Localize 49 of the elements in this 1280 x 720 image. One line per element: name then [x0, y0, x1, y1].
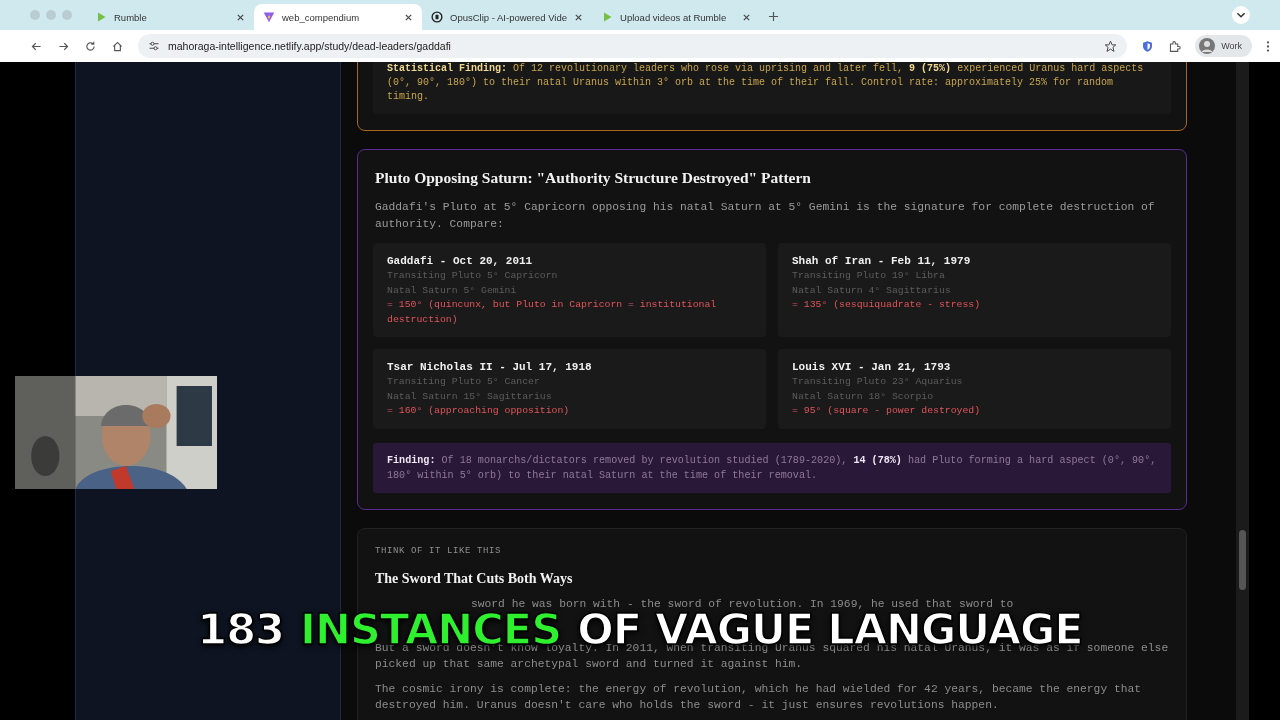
puzzle-icon[interactable] [1168, 39, 1182, 53]
scrollbar-thumb[interactable] [1239, 530, 1246, 590]
comparison-title: Louis XVI - Jan 21, 1793 [792, 360, 952, 375]
profile-button[interactable]: Work [1195, 35, 1252, 57]
close-icon[interactable] [574, 12, 584, 22]
natal-line: Natal Saturn 18° Scorpio [792, 389, 935, 404]
browser-tab[interactable]: OpusClip - AI-powered Vide [422, 4, 593, 30]
browser-tab[interactable]: Rumble [86, 4, 254, 30]
site-settings-icon[interactable] [148, 40, 160, 52]
aspect-result: = 150° (quincunx, but Pluto in Capricorn = institutional destruction) [387, 298, 718, 327]
avatar-icon [1199, 38, 1216, 54]
menu-icon[interactable] [1266, 39, 1270, 53]
transit-line: Transiting Pluto 23° Aquarius [792, 375, 964, 389]
finding-note: Finding: Of 18 monarchs/dictators removed by revolution studied (1789-2020), 14 (78%) had Pluto forming a hard aspect (0°, 90°, 180° within 5° orb) to their natal Saturn at the time of their removal. [373, 443, 1171, 493]
home-icon[interactable] [111, 39, 124, 53]
browser-tab[interactable]: web_compendium [254, 4, 422, 30]
play-icon [95, 11, 107, 23]
shield-icon[interactable] [1141, 39, 1155, 53]
new-tab-icon[interactable] [768, 11, 780, 22]
transit-line: Transiting Pluto 5° Capricorn [387, 269, 559, 283]
transit-line: Transiting Pluto 19° Libra [792, 269, 946, 283]
body-paragraph: The cosmic irony is complete: the energy of revolution, which he had wielded for 42 years, became the energy that destroyed him. Uranus doesn't care who holds the sword - it just ensures revolutions happen. [375, 682, 1143, 713]
chevron-down-icon[interactable] [1232, 6, 1250, 24]
natal-line: Natal Saturn 4° Sagittarius [792, 283, 952, 298]
aspect-result: = 160° (approaching opposition) [387, 404, 571, 418]
card-title: The Sword That Cuts Both Ways [375, 570, 574, 588]
lightning-icon [263, 11, 275, 23]
aspect-result: = 95° (square - power destroyed) [792, 404, 982, 418]
close-icon[interactable] [236, 12, 245, 22]
intro-paragraph: Gaddafi's Pluto at 5° Capricorn opposing his natal Saturn at 5° Gemini is the signature for complete destruction of authority. Compare: [375, 200, 1156, 232]
close-icon[interactable] [742, 12, 752, 22]
browser-tab[interactable]: Upload videos at Rumble [592, 4, 761, 30]
body-paragraph: sword he was born with - the sword of revolution. In 1969, he used that sword to [470, 597, 1015, 612]
comparison-title: Shah of Iran - Feb 11, 1979 [792, 254, 972, 269]
caption-text: 183 [197, 612, 284, 646]
caption-text: INSTANCES [300, 612, 562, 646]
comparison-title: Tsar Nicholas II - Jul 17, 1918 [387, 360, 593, 375]
natal-line: Natal Saturn 15° Sagittarius [387, 389, 553, 404]
transit-line: Transiting Pluto 5° Cancer [387, 375, 541, 389]
card-title: Pluto Opposing Saturn: "Authority Structure Destroyed" Pattern [375, 168, 812, 187]
close-icon[interactable] [404, 12, 413, 22]
play-icon [601, 11, 614, 23]
reload-icon[interactable] [84, 39, 97, 53]
statistical-finding: Statistical Finding: Of 12 revolutionary leaders who rose via uprising and later fell, 9 (75%) experienced Uranus hard aspects (0°, 90°, 180°) to their natal Uranus within 3° orb at the time of their fall. Control rate: approximately 25% for random timing. [373, 62, 1171, 114]
address-field[interactable]: mahoraga-intelligence.netlify.app/study/dead-leaders/gaddafi [138, 34, 1128, 58]
comparison-title: Gaddafi - Oct 20, 2011 [387, 254, 534, 269]
aspect-result: = 135° (sesquiquadrate - stress) [792, 298, 982, 312]
section-label: THINK OF IT LIKE THIS [375, 545, 503, 557]
bookmark-star-icon[interactable] [1104, 39, 1118, 53]
